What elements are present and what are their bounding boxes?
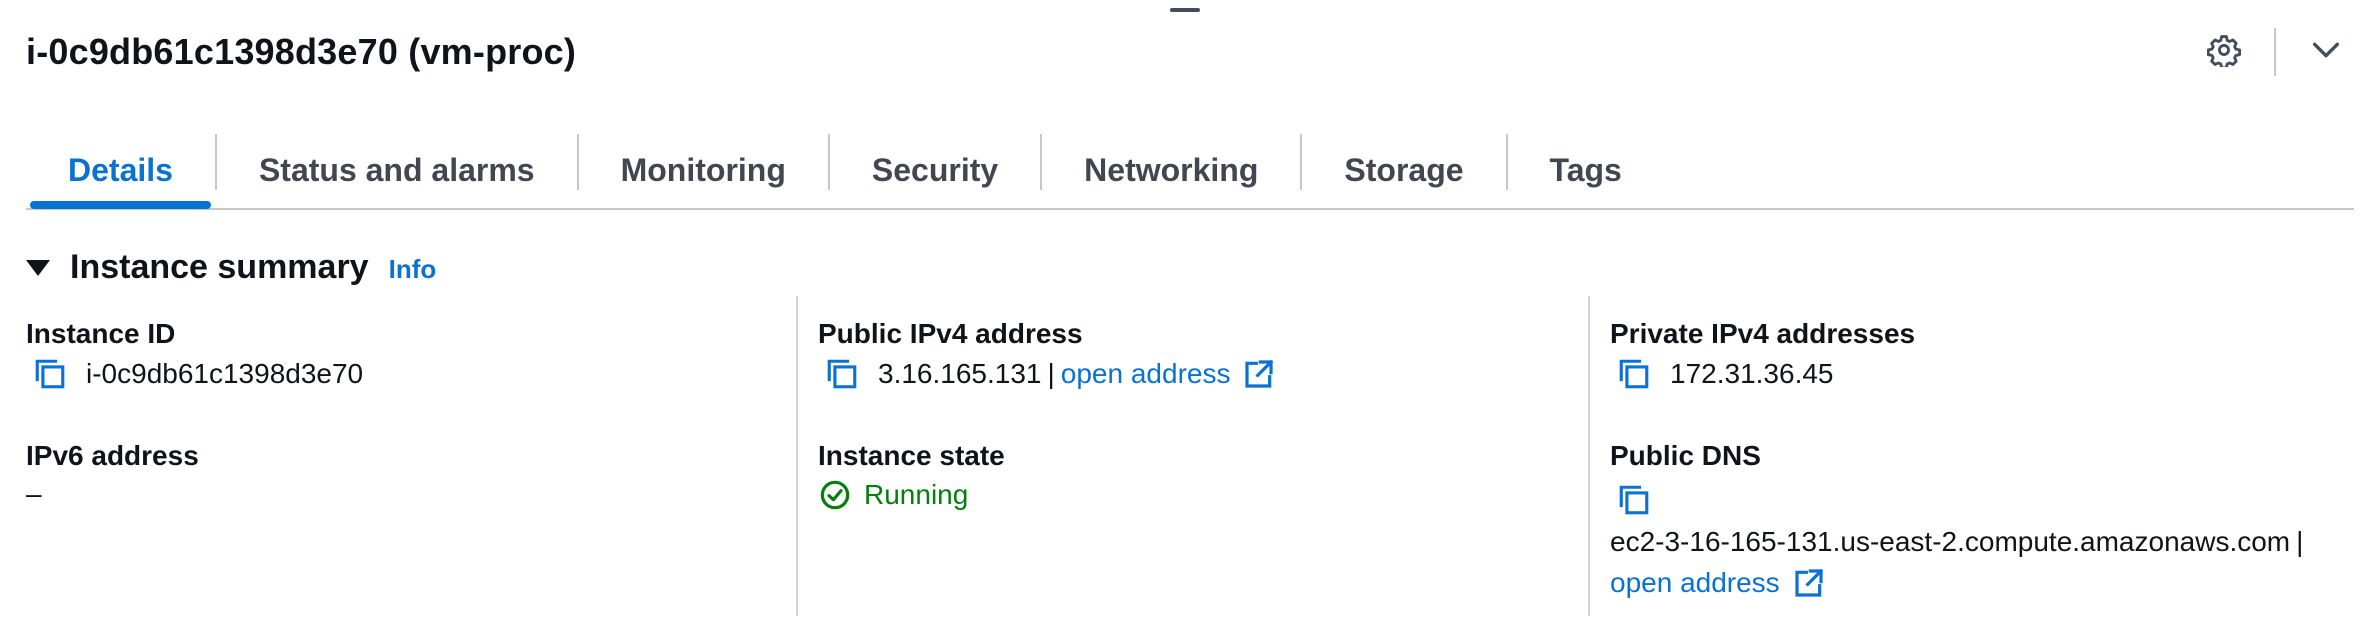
settings-button[interactable]	[2204, 32, 2244, 72]
value-separator: |	[1047, 358, 1055, 389]
collapse-caret-icon[interactable]	[26, 259, 50, 276]
public-ipv4-value-row: 3.16.165.131 | open address	[822, 354, 1276, 394]
instance-state-value-row: Running	[818, 478, 968, 512]
tab-status-and-alarms[interactable]: Status and alarms	[217, 130, 577, 206]
summary-column-3: Private IPv4 addresses 172.31.36.45 Publ…	[1610, 318, 2370, 618]
tab-label: Security	[871, 152, 999, 188]
section-title: Instance summary	[70, 248, 369, 286]
external-link-icon[interactable]	[1792, 566, 1826, 600]
tab-label: Details	[68, 152, 173, 188]
tab-label: Networking	[1084, 152, 1259, 188]
public-dns-value-row: ec2-3-16-165-131.us-east-2.compute.amazo…	[1610, 526, 2303, 558]
tab-storage[interactable]: Storage	[1302, 130, 1505, 206]
tab-tags[interactable]: Tags	[1508, 130, 1664, 206]
instance-id-value-row: i-0c9db61c1398d3e70	[30, 354, 363, 394]
tab-networking[interactable]: Networking	[1042, 130, 1300, 206]
ipv6-value: –	[26, 478, 42, 509]
instance-summary-header: Instance summary Info	[26, 248, 436, 287]
public-dns-copy-row	[1614, 480, 1664, 520]
value-separator: |	[2296, 526, 2304, 557]
tab-bar: Details Status and alarms Monitoring Sec…	[26, 130, 2354, 210]
tab-label: Status and alarms	[258, 152, 535, 188]
external-link-icon[interactable]	[1242, 357, 1276, 391]
tab-monitoring[interactable]: Monitoring	[579, 130, 828, 206]
chevron-down-icon	[2309, 33, 2343, 72]
open-address-link[interactable]: open address	[1610, 567, 1780, 599]
summary-column-2: Public IPv4 address 3.16.165.131 | open …	[818, 318, 1588, 618]
public-dns-label: Public DNS	[1610, 440, 1761, 471]
header-actions	[2204, 26, 2346, 78]
column-divider	[796, 296, 798, 616]
collapse-panel-button[interactable]	[2306, 32, 2346, 72]
tab-label: Monitoring	[620, 152, 786, 188]
public-dns-link-row: open address	[1610, 566, 1826, 600]
public-ipv4-label: Public IPv4 address	[818, 318, 1083, 349]
copy-icon[interactable]	[822, 354, 862, 394]
tab-label: Storage	[1344, 152, 1464, 188]
summary-column-1: Instance ID i-0c9db61c1398d3e70 IPv6 add…	[26, 318, 796, 618]
open-address-link[interactable]: open address	[1061, 358, 1231, 390]
ipv6-label: IPv6 address	[26, 440, 199, 471]
page-title: i-0c9db61c1398d3e70 (vm-proc)	[26, 31, 577, 72]
copy-icon[interactable]	[1614, 354, 1654, 394]
tab-label: Tags	[1549, 152, 1622, 188]
tab-details[interactable]: Details	[26, 130, 215, 209]
gear-icon	[2206, 33, 2241, 72]
copy-icon[interactable]	[30, 354, 70, 394]
instance-state-label: Instance state	[818, 440, 1005, 471]
column-divider	[1588, 296, 1590, 616]
public-ipv4-value: 3.16.165.131	[878, 358, 1042, 389]
panel-resize-handle[interactable]	[1170, 8, 1200, 12]
private-ipv4-label: Private IPv4 addresses	[1610, 318, 1916, 349]
instance-id-value: i-0c9db61c1398d3e70	[86, 358, 364, 389]
private-ipv4-value-row: 172.31.36.45	[1614, 354, 1834, 394]
private-ipv4-value: 172.31.36.45	[1670, 358, 1834, 389]
status-success-icon	[818, 478, 852, 512]
instance-id-label: Instance ID	[26, 318, 176, 349]
instance-summary-grid: Instance ID i-0c9db61c1398d3e70 IPv6 add…	[26, 296, 2356, 616]
tab-security[interactable]: Security	[830, 130, 1040, 206]
info-link[interactable]: Info	[389, 250, 437, 285]
copy-icon[interactable]	[1614, 480, 1654, 520]
instance-state-value: Running	[864, 479, 969, 510]
header-divider	[2274, 28, 2276, 76]
public-dns-value: ec2-3-16-165-131.us-east-2.compute.amazo…	[1610, 526, 2291, 557]
